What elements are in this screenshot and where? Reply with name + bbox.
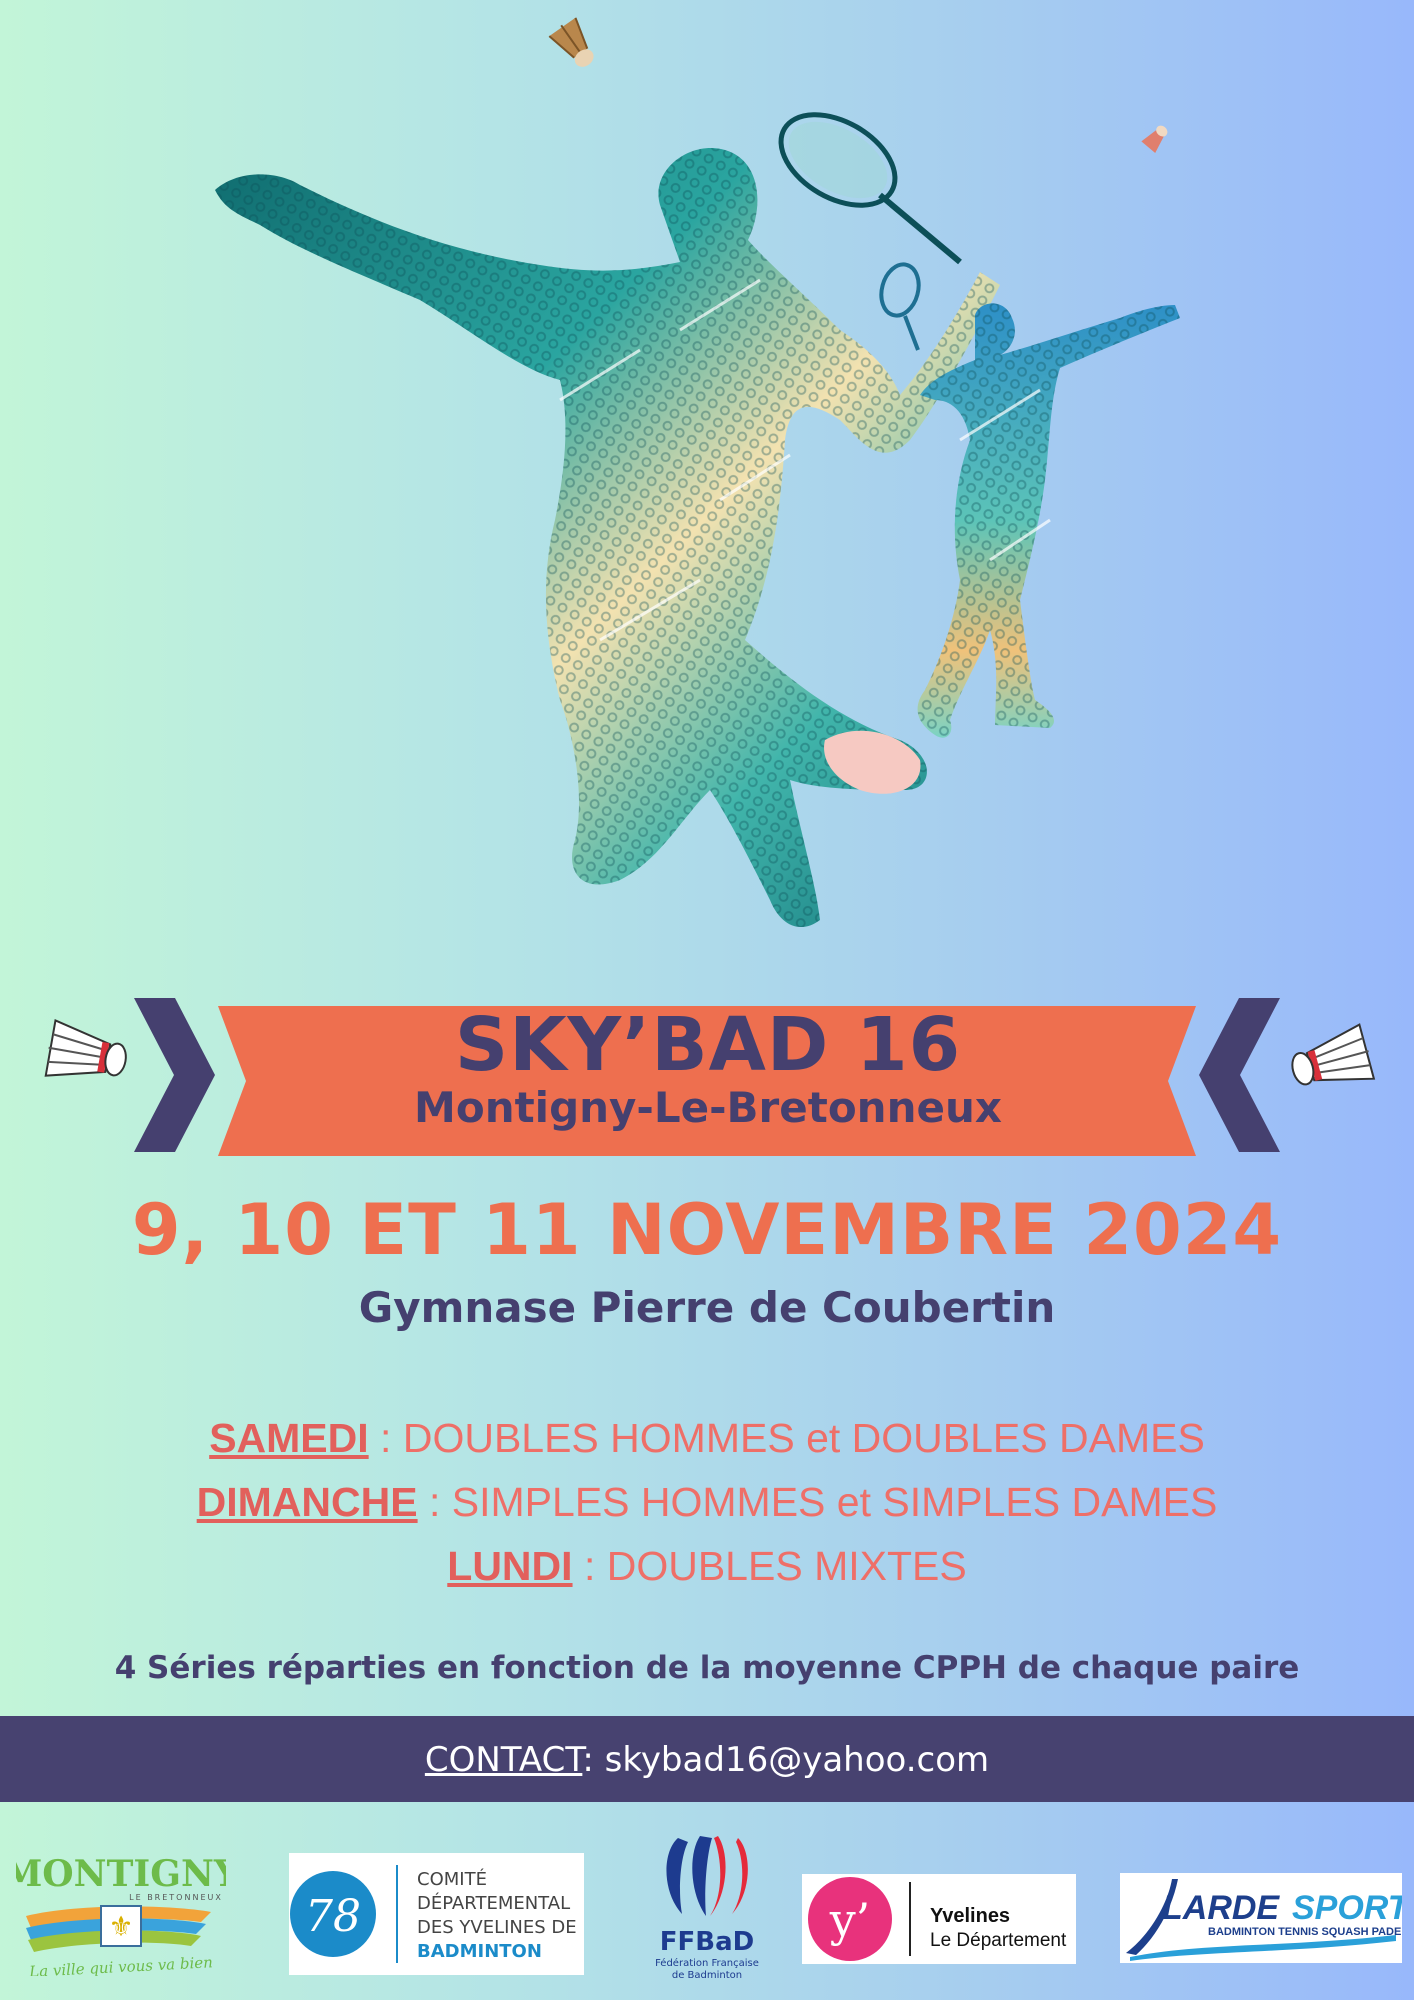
logo-ffbad-name: FFBaD xyxy=(660,1927,754,1957)
schedule-events: : DOUBLES MIXTES xyxy=(572,1543,967,1589)
logo-ffbad: FFBaD Fédération Française de Badminton xyxy=(655,1836,759,1981)
contact-info: CONTACT: skybad16@yahoo.com xyxy=(0,1736,1414,1784)
svg-text:⚜: ⚜ xyxy=(108,1910,133,1943)
logo-comite-number: 78 xyxy=(305,1891,361,1942)
event-dates: 9, 10 ET 11 NOVEMBRE 2024 xyxy=(131,1189,1283,1271)
series-note: 4 Séries réparties en fonction de la moy… xyxy=(114,1650,1300,1686)
logo-comite-line3: DES YVELINES DE xyxy=(417,1917,577,1938)
logo-yvelines: y’ Yvelines Le Département xyxy=(802,1874,1076,1964)
logo-montigny-name: MONTIGNY xyxy=(16,1853,226,1895)
logo-comite-78: 78 COMITÉ DÉPARTEMENTAL DES YVELINES DE … xyxy=(289,1853,584,1975)
shuttlecock-icon xyxy=(1141,125,1168,153)
logo-ffbad-sub2: de Badminton xyxy=(672,1970,742,1981)
logo-comite-line1: COMITÉ xyxy=(417,1868,487,1890)
male-player-silhouette xyxy=(215,112,1000,928)
schedule-events: : SIMPLES HOMMES et SIMPLES DAMES xyxy=(417,1479,1218,1525)
contact-email[interactable]: : skybad16@yahoo.com xyxy=(582,1740,989,1780)
schedule-monday: LUNDI : DOUBLES MIXTES xyxy=(0,1538,1414,1594)
logo-larde-sub: BADMINTON TENNIS SQUASH PADEL xyxy=(1208,1926,1402,1938)
logo-yvelines-sub: Le Département xyxy=(930,1930,1067,1951)
contact-label: CONTACT xyxy=(424,1740,583,1780)
schedule-day: SAMEDI xyxy=(209,1415,369,1461)
logo-larde-name1: LARDE xyxy=(1162,1889,1280,1927)
logo-ffbad-sub1: Fédération Française xyxy=(655,1957,759,1969)
logo-yvelines-mark: y’ xyxy=(829,1893,871,1947)
schedule-sunday: DIMANCHE : SIMPLES HOMMES et SIMPLES DAM… xyxy=(0,1474,1414,1530)
shuttlecock-icon xyxy=(44,1019,127,1077)
event-venue: Gymnase Pierre de Coubertin xyxy=(358,1283,1056,1332)
chevron-left-icon xyxy=(1199,998,1280,1152)
logo-montigny-sub: LE BRETONNEUX xyxy=(129,1893,223,1902)
logo-comite-line2: DÉPARTEMENTAL xyxy=(417,1892,570,1914)
logo-yvelines-name: Yvelines xyxy=(930,1905,1010,1927)
event-city: Montigny-Le-Bretonneux xyxy=(414,1083,1002,1132)
schedule-day: DIMANCHE xyxy=(196,1479,418,1525)
event-title: SKY’BAD 16 xyxy=(454,1002,962,1088)
logo-montigny-slogan: La ville qui vous va bien xyxy=(28,1953,213,1976)
chevron-right-icon xyxy=(134,998,215,1152)
shuttlecock-icon xyxy=(1291,1023,1376,1086)
logo-lardesports: LARDE SPORTS BADMINTON TENNIS SQUASH PAD… xyxy=(1120,1873,1402,1963)
hero-illustration xyxy=(215,17,1180,928)
schedule-saturday: SAMEDI : DOUBLES HOMMES et DOUBLES DAMES xyxy=(0,1410,1414,1466)
female-player-silhouette xyxy=(879,262,1180,738)
shuttlecock-icon xyxy=(548,17,594,67)
logo-comite-line4: BADMINTON xyxy=(417,1941,542,1962)
schedule-events: : DOUBLES HOMMES et DOUBLES DAMES xyxy=(368,1415,1205,1461)
logo-larde-name2: SPORTS xyxy=(1292,1889,1402,1927)
logo-montigny: MONTIGNY LE BRETONNEUX ⚜ La ville qui vo… xyxy=(16,1853,226,1976)
schedule-day: LUNDI xyxy=(447,1543,573,1589)
